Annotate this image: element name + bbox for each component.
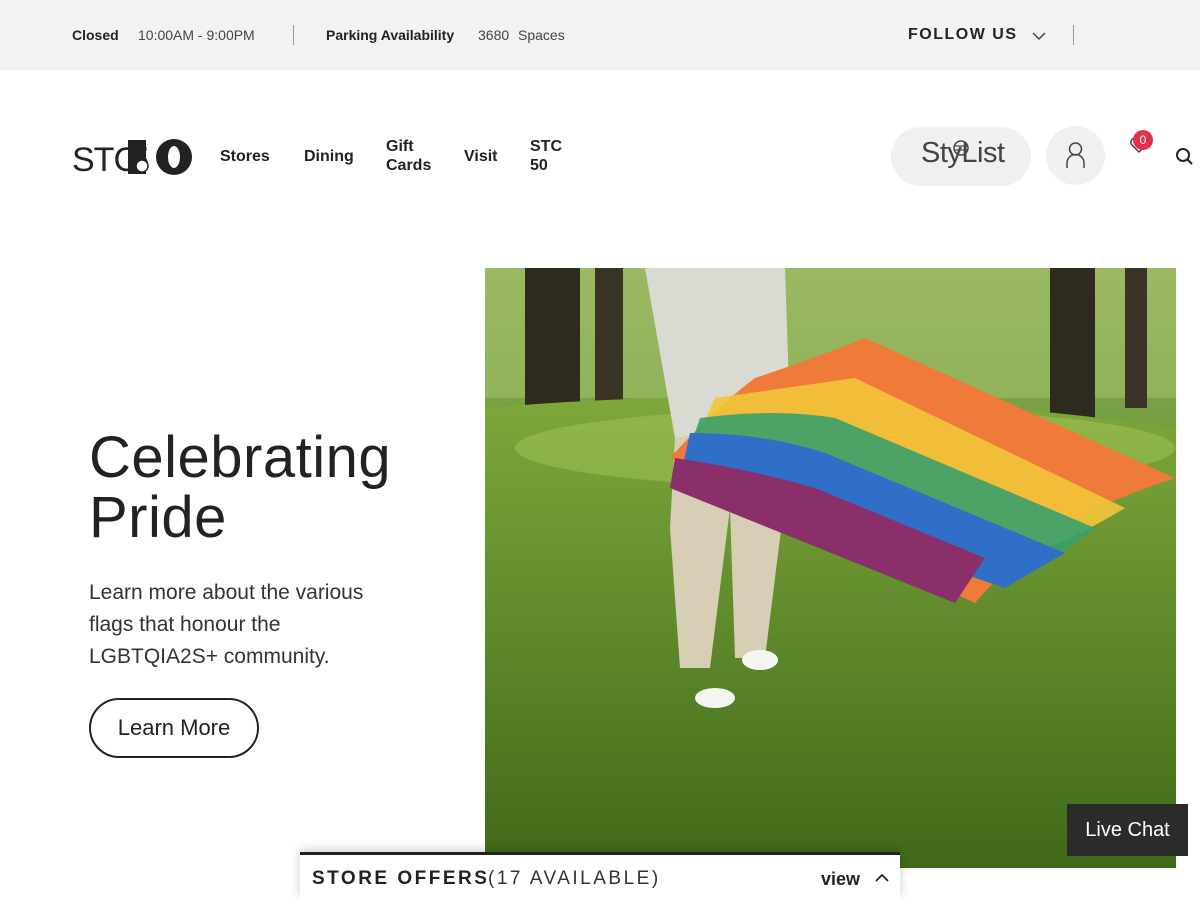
store-offers-title: STORE OFFERS (312, 868, 490, 889)
hero-subtitle: Learn more about the various flags that … (89, 581, 364, 668)
nav-stores[interactable]: Stores (220, 147, 270, 166)
divider (293, 25, 294, 45)
hero-title: Celebrating Pride (89, 425, 392, 550)
store-status: Closed (72, 27, 119, 43)
parking-count: 3680 (478, 27, 510, 43)
store-offers-count: (17 AVAILABLE) (488, 868, 661, 889)
nav-stc50[interactable]: STC 50 (530, 137, 570, 175)
wishlist-count-badge: 0 (1133, 130, 1153, 150)
store-hours: 10:00AM - 9:00PM (138, 27, 255, 43)
stylist-globe-icon (953, 140, 969, 156)
user-icon (1066, 142, 1085, 168)
follow-us-toggle[interactable]: FOLLOW US (908, 26, 1017, 44)
parking-label: Parking Availability (326, 27, 455, 43)
view-offers-link[interactable]: view (821, 869, 860, 890)
chevron-up-icon[interactable] (874, 871, 890, 885)
svg-text:5: 5 (128, 140, 149, 180)
top-info-bar: Closed 10:00AM - 9:00PM Parking Availabi… (0, 0, 1200, 70)
parking-unit: Spaces (518, 27, 565, 43)
learn-more-button[interactable]: Learn More (89, 698, 259, 758)
search-icon[interactable] (1175, 147, 1193, 165)
stc50-logo[interactable]: STC 5 (72, 136, 194, 180)
chevron-down-icon[interactable] (1031, 28, 1047, 44)
nav-dining[interactable]: Dining (304, 147, 354, 166)
account-button[interactable] (1046, 126, 1105, 185)
store-offers-bar[interactable]: STORE OFFERS (17 AVAILABLE) view (300, 852, 900, 900)
divider (1073, 25, 1074, 45)
nav-gift-cards[interactable]: Gift Cards (386, 137, 436, 175)
nav-visit[interactable]: Visit (464, 147, 498, 166)
hero-image (485, 268, 1176, 868)
live-chat-button[interactable]: Live Chat (1067, 804, 1188, 856)
